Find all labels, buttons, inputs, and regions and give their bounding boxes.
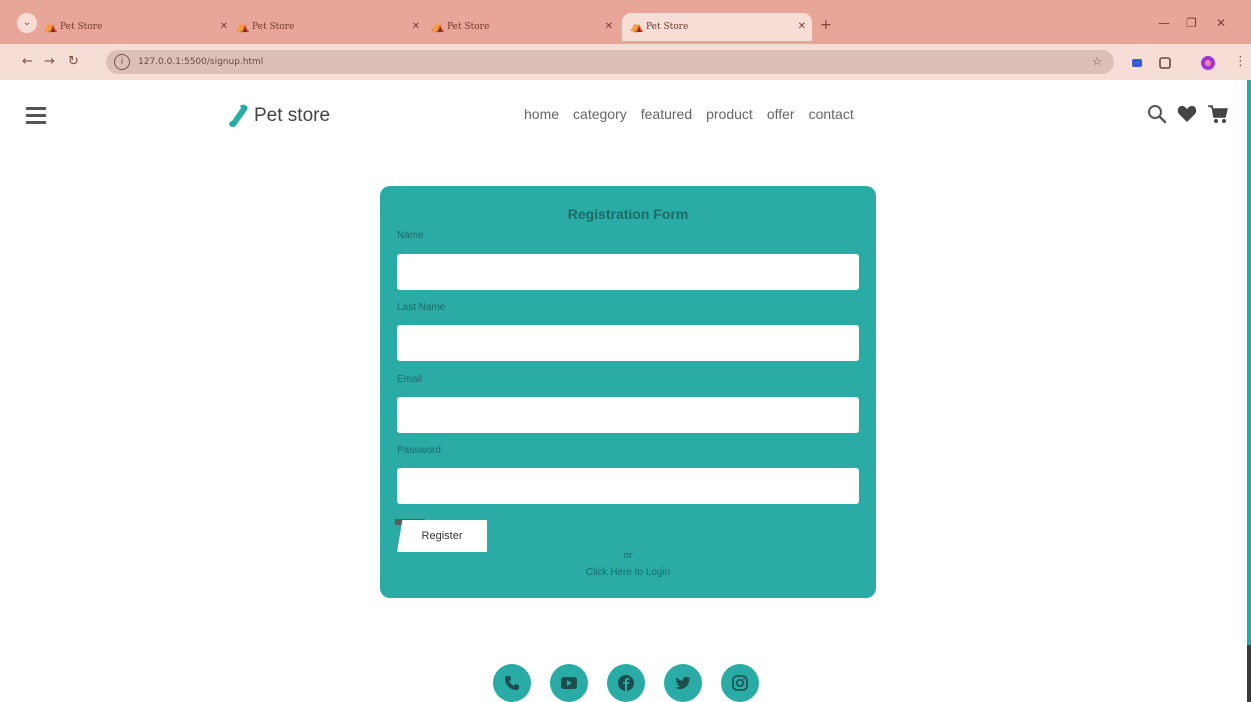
twitter-icon[interactable]: [664, 664, 702, 702]
email-label: Email: [397, 374, 423, 385]
profile-avatar-icon[interactable]: [1200, 56, 1216, 72]
bone-logo-icon: [229, 104, 248, 128]
site-logo[interactable]: Pet store: [228, 102, 330, 130]
extensions-puzzle-icon[interactable]: [1158, 56, 1172, 70]
name-field[interactable]: [397, 254, 859, 290]
page-scrollbar-thumb[interactable]: [1247, 645, 1251, 702]
heart-icon[interactable]: [1177, 105, 1197, 123]
url-text: 127.0.0.1:5500/signup.html: [138, 57, 264, 67]
last-name-field[interactable]: [397, 325, 859, 361]
back-icon[interactable]: ←: [22, 54, 33, 69]
address-bar[interactable]: i 127.0.0.1:5500/signup.html ☆: [106, 50, 1114, 74]
site-favicon-icon: ⛺: [431, 20, 445, 33]
tab-title: Pet Store: [60, 22, 103, 32]
nav-link-home[interactable]: home: [524, 106, 559, 122]
tab-close-icon[interactable]: ✕: [605, 13, 613, 41]
login-link[interactable]: Click Here to Login: [380, 567, 876, 578]
form-title: Registration Form: [567, 206, 689, 222]
name-label: Name: [397, 230, 424, 241]
site-favicon-icon: ⛺: [630, 20, 644, 33]
browser-tab-strip: ⌄ ⛺ Pet Store ✕ ⛺ Pet Store ✕ ⛺ Pet Store ✕…: [0, 0, 1251, 44]
main-navigation: home category featured product offer con…: [524, 106, 868, 122]
email-field[interactable]: [397, 397, 859, 433]
nav-link-contact[interactable]: contact: [809, 106, 854, 122]
site-info-icon[interactable]: i: [114, 54, 130, 70]
browser-tab[interactable]: ⛺ Pet Store ✕: [431, 13, 619, 41]
tab-close-icon[interactable]: ✕: [798, 13, 806, 41]
header-icons: [1137, 104, 1229, 124]
browser-tab-active[interactable]: ⛺ Pet Store ✕: [622, 13, 812, 41]
hamburger-menu-icon[interactable]: [26, 107, 46, 124]
tab-search-button[interactable]: ⌄: [17, 13, 37, 33]
logo-text: Pet store: [254, 105, 331, 126]
nav-link-category[interactable]: category: [573, 106, 627, 122]
or-separator: or: [623, 551, 633, 561]
close-window-icon[interactable]: ✕: [1216, 16, 1226, 30]
register-button[interactable]: Register: [397, 520, 487, 552]
facebook-icon[interactable]: [607, 664, 645, 702]
browser-tab[interactable]: ⛺ Pet Store ✕: [44, 13, 234, 41]
nav-link-product[interactable]: product: [706, 106, 753, 122]
tab-title: Pet Store: [252, 22, 295, 32]
password-label: Password: [397, 445, 441, 456]
extension-icon[interactable]: [1130, 56, 1144, 70]
password-field[interactable]: [397, 468, 859, 504]
browser-tab[interactable]: ⛺ Pet Store ✕: [236, 13, 426, 41]
nav-link-featured[interactable]: featured: [641, 106, 692, 122]
tab-close-icon[interactable]: ✕: [412, 13, 420, 41]
new-tab-icon[interactable]: +: [820, 17, 832, 33]
youtube-icon[interactable]: [550, 664, 588, 702]
social-links: [493, 664, 778, 702]
bookmark-star-icon[interactable]: ☆: [1092, 50, 1102, 74]
site-favicon-icon: ⛺: [44, 20, 58, 33]
browser-menu-icon[interactable]: ⋮: [1234, 54, 1247, 69]
last-name-label: Last Name: [397, 302, 446, 313]
tab-close-icon[interactable]: ✕: [220, 13, 228, 41]
site-favicon-icon: ⛺: [236, 20, 250, 33]
tab-title: Pet Store: [646, 22, 689, 32]
instagram-icon[interactable]: [721, 664, 759, 702]
forward-icon[interactable]: →: [44, 54, 55, 69]
phone-icon[interactable]: [493, 664, 531, 702]
restore-icon[interactable]: ❐: [1186, 16, 1197, 30]
registration-form: Registration Form Name Last Name Email P…: [380, 186, 876, 598]
nav-link-offer[interactable]: offer: [767, 106, 795, 122]
tab-title: Pet Store: [447, 22, 490, 32]
page-scrollbar-track[interactable]: [1247, 80, 1251, 702]
minimize-icon[interactable]: —: [1158, 16, 1170, 30]
search-icon[interactable]: [1147, 104, 1167, 124]
cart-icon[interactable]: [1207, 104, 1229, 124]
reload-icon[interactable]: ↻: [68, 54, 79, 69]
site-header: Pet store home category featured product…: [0, 84, 1251, 148]
